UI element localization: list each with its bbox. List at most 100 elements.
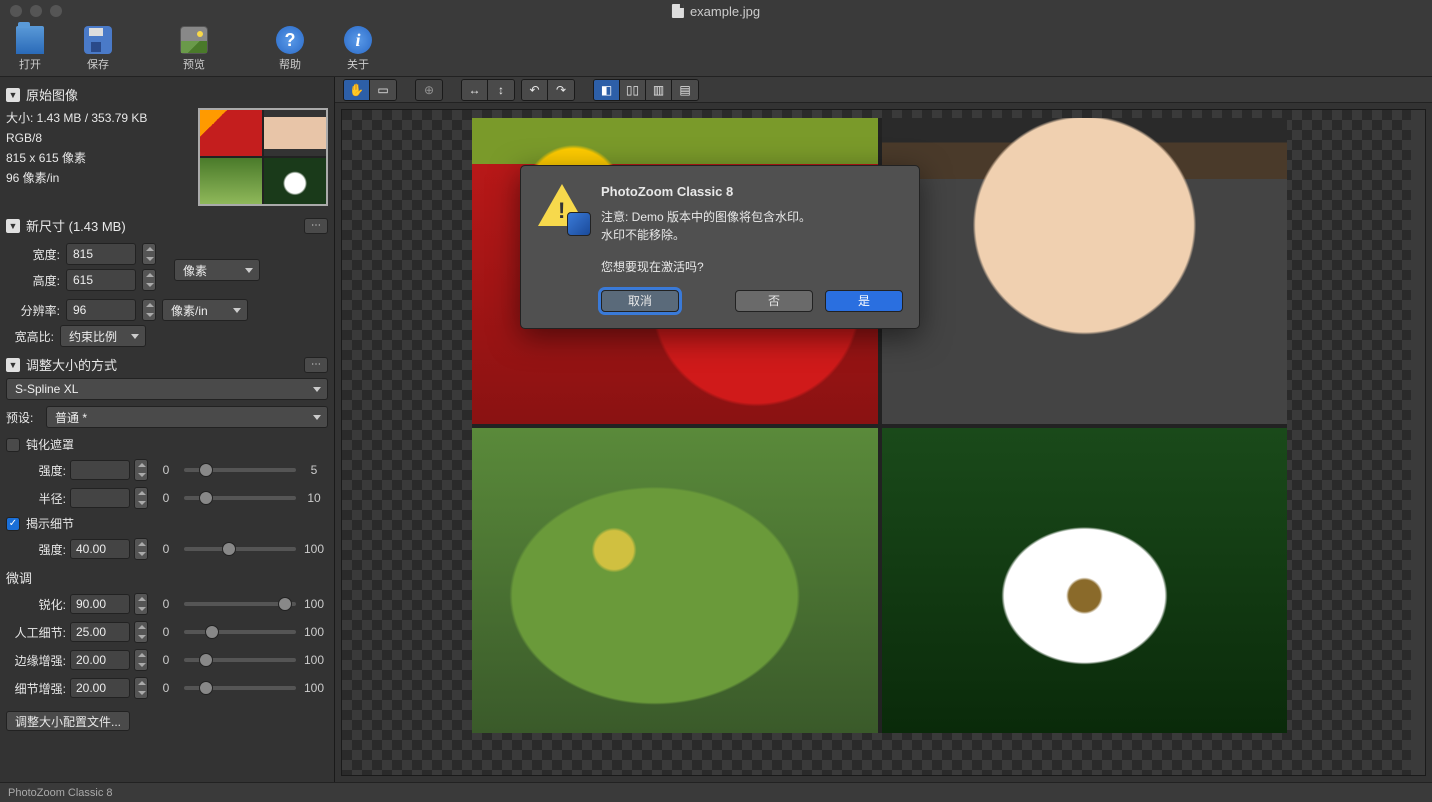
height-stepper[interactable] — [142, 269, 156, 291]
save-button[interactable]: 保存 — [78, 26, 118, 72]
unsharp-label: 钝化遮罩 — [26, 436, 74, 453]
sharpen-slider[interactable] — [184, 602, 296, 606]
radius-slider[interactable] — [184, 496, 296, 500]
detail-label: 细节增强: — [6, 680, 66, 697]
image-quadrant — [882, 118, 1288, 424]
radius-input[interactable] — [70, 488, 130, 508]
window-controls — [0, 5, 62, 17]
edge-slider[interactable] — [184, 658, 296, 662]
resolution-unit-select[interactable]: 像素/in — [162, 299, 248, 321]
status-text: PhotoZoom Classic 8 — [8, 787, 113, 799]
yes-button[interactable]: 是 — [825, 290, 903, 312]
original-dimensions: 815 x 615 像素 — [6, 148, 190, 168]
reveal-input[interactable] — [70, 539, 130, 559]
section-newsize-header[interactable]: ▼ 新尺寸 (1.43 MB) ⋯ — [6, 216, 328, 235]
reveal-stepper[interactable] — [134, 538, 148, 560]
help-button[interactable]: ? 帮助 — [270, 26, 310, 72]
resolution-input[interactable] — [66, 299, 136, 321]
reveal-strength-label: 强度: — [6, 541, 66, 558]
section-original-header[interactable]: ▼ 原始图像 — [6, 85, 328, 104]
method-select[interactable]: S-Spline XL — [6, 378, 328, 400]
width-stepper[interactable] — [142, 243, 156, 265]
sidebar: ▼ 原始图像 大小: 1.43 MB / 353.79 KB RGB/8 815… — [0, 77, 335, 782]
main-toolbar: 打开 保存 预览 ? 帮助 i 关于 — [0, 22, 1432, 77]
resize-profile-button[interactable]: 调整大小配置文件... — [6, 711, 130, 731]
size-unit-select[interactable]: 像素 — [174, 259, 260, 281]
strength-input[interactable] — [70, 460, 130, 480]
unsharp-checkbox[interactable] — [6, 438, 20, 452]
detail-input[interactable] — [70, 678, 130, 698]
thumb-quadrant — [264, 110, 326, 156]
dialog-title: PhotoZoom Classic 8 — [601, 182, 903, 202]
artdet-label: 人工细节: — [6, 624, 66, 641]
reveal-checkbox[interactable]: ✓ — [6, 517, 20, 531]
sharpen-stepper[interactable] — [134, 593, 148, 615]
section-resize-header[interactable]: ▼ 调整大小的方式 ⋯ — [6, 355, 328, 374]
preset-select[interactable]: 普通 * — [46, 406, 328, 428]
aspect-label: 宽高比: — [6, 328, 54, 345]
aspect-select[interactable]: 约束比例 — [60, 325, 146, 347]
reveal-slider[interactable] — [184, 547, 296, 551]
finetune-title: 微调 — [6, 568, 328, 587]
height-label: 高度: — [6, 272, 60, 289]
thumb-quadrant — [200, 110, 262, 156]
cancel-button[interactable]: 取消 — [601, 290, 679, 312]
warning-icon: ! — [537, 182, 587, 232]
zoom-window[interactable] — [50, 5, 62, 17]
thumb-quadrant — [200, 158, 262, 204]
no-button[interactable]: 否 — [735, 290, 813, 312]
edge-input[interactable] — [70, 650, 130, 670]
about-button[interactable]: i 关于 — [338, 26, 378, 72]
artdet-stepper[interactable] — [134, 621, 148, 643]
marquee-tool[interactable]: ▭ — [370, 80, 396, 100]
vertical-scrollbar[interactable] — [1411, 110, 1425, 775]
preview-button[interactable]: 预览 — [174, 26, 214, 72]
minimize-window[interactable] — [30, 5, 42, 17]
file-icon — [672, 4, 684, 18]
info-icon: i — [344, 26, 372, 54]
fit-width[interactable]: ↔ — [462, 80, 488, 100]
window-title: example.jpg — [672, 4, 760, 19]
view-split-h[interactable]: ▤ — [672, 80, 698, 100]
height-input[interactable] — [66, 269, 136, 291]
gear-icon[interactable]: ⋯ — [304, 218, 328, 234]
image-quadrant — [882, 428, 1288, 734]
view-split-center[interactable]: ▯▯ — [620, 80, 646, 100]
strength-slider[interactable] — [184, 468, 296, 472]
sharpen-label: 锐化: — [6, 596, 66, 613]
activation-dialog: ! PhotoZoom Classic 8 注意: Demo 版本中的图像将包含… — [520, 165, 920, 329]
titlebar: example.jpg — [0, 0, 1432, 22]
resolution-stepper[interactable] — [142, 299, 156, 321]
sharpen-input[interactable] — [70, 594, 130, 614]
width-input[interactable] — [66, 243, 136, 265]
undo-button[interactable]: ↶ — [522, 80, 548, 100]
canvas-toolbar: ✋ ▭ ⊕ ↔ ↕ ↶ ↷ ◧ ▯▯ ▥ ▤ — [335, 77, 1432, 103]
preset-label: 预设: — [6, 409, 40, 426]
disclosure-icon: ▼ — [6, 219, 20, 233]
artdet-input[interactable] — [70, 622, 130, 642]
redo-button[interactable]: ↷ — [548, 80, 574, 100]
detail-stepper[interactable] — [134, 677, 148, 699]
dialog-question: 您想要现在激活吗? — [601, 258, 903, 276]
gear-icon[interactable]: ⋯ — [304, 357, 328, 373]
detail-slider[interactable] — [184, 686, 296, 690]
view-single[interactable]: ◧ — [594, 80, 620, 100]
view-split-v[interactable]: ▥ — [646, 80, 672, 100]
resolution-label: 分辨率: — [6, 302, 60, 319]
thumbnail — [198, 108, 328, 206]
hand-tool[interactable]: ✋ — [344, 80, 370, 100]
filename: example.jpg — [690, 4, 760, 19]
statusbar: PhotoZoom Classic 8 — [0, 782, 1432, 802]
help-icon: ? — [276, 26, 304, 54]
artdet-slider[interactable] — [184, 630, 296, 634]
strength-stepper[interactable] — [134, 459, 148, 481]
fit-height[interactable]: ↕ — [488, 80, 514, 100]
original-colorspace: RGB/8 — [6, 128, 190, 148]
section-newsize-title: 新尺寸 (1.43 MB) — [26, 216, 126, 235]
zoom-tool[interactable]: ⊕ — [416, 80, 442, 100]
edge-stepper[interactable] — [134, 649, 148, 671]
close-window[interactable] — [10, 5, 22, 17]
radius-stepper[interactable] — [134, 487, 148, 509]
image-icon — [180, 26, 208, 54]
open-button[interactable]: 打开 — [10, 26, 50, 72]
